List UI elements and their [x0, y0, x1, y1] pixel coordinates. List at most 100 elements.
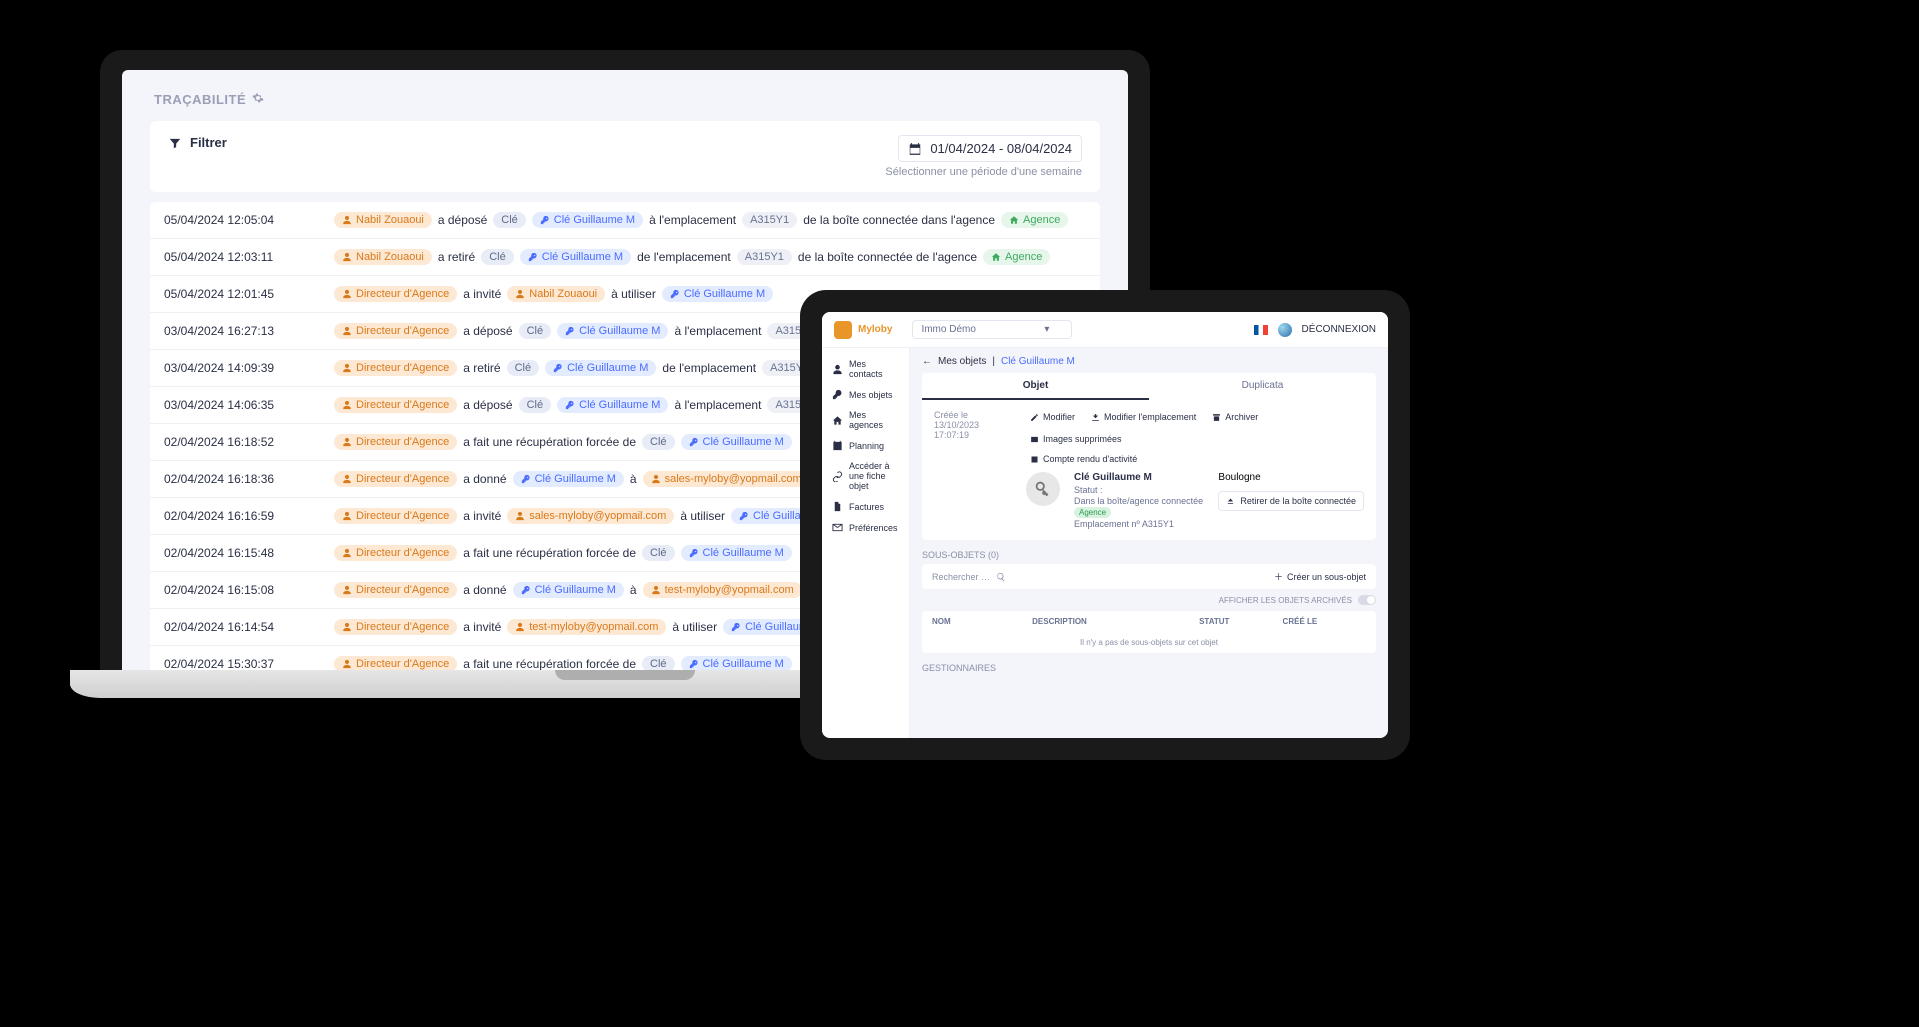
create-sub-object-button[interactable]: ＋ Créer un sous-objet [1274, 570, 1366, 583]
tablet-device: Myloby Immo Démo ▾ DÉCONNEXION Mes conta… [800, 290, 1410, 760]
back-arrow-icon[interactable]: ← [922, 356, 932, 367]
laptop-notch [555, 670, 695, 680]
log-text: à utiliser [611, 287, 656, 301]
log-content: Nabil Zouaouia retiréCléClé Guillaume Md… [334, 249, 1050, 265]
filter-button[interactable]: Filtrer [168, 135, 227, 150]
object-name: Clé Guillaume M [1074, 472, 1203, 483]
sidebar-item-label: Accéder à une fiche objet [849, 461, 899, 491]
log-timestamp: 03/04/2024 16:27:13 [164, 324, 324, 338]
archive-button[interactable]: Archiver [1208, 410, 1262, 424]
log-text: à [630, 583, 637, 597]
log-text: à l'emplacement [674, 398, 761, 412]
log-text: de l'emplacement [637, 250, 731, 264]
log-timestamp: 02/04/2024 16:14:54 [164, 620, 324, 634]
sidebar-item-label: Préférences [849, 523, 898, 533]
activity-report-button[interactable]: Compte rendu d'activité [1026, 452, 1141, 466]
show-archived-toggle-row: AFFICHER LES OBJETS ARCHIVÉS [922, 595, 1376, 605]
edit-button[interactable]: Modifier [1026, 410, 1079, 424]
user-pill: test-myloby@yopmail.com [643, 582, 802, 598]
log-content: Directeur d'Agencea invitétest-myloby@yo… [334, 619, 834, 635]
log-timestamp: 03/04/2024 14:09:39 [164, 361, 324, 375]
sidebar-item[interactable]: Mes objets [822, 384, 909, 405]
log-text: a donné [463, 472, 506, 486]
content-area: ← Mes objets | Clé Guillaume M Objet Dup… [910, 348, 1388, 738]
user-pill: Directeur d'Agence [334, 397, 457, 413]
sidebar-item[interactable]: Préférences [822, 517, 909, 538]
object-info: Clé Guillaume M Statut : Dans la boîte/a… [1074, 472, 1203, 530]
key-pill: Clé Guillaume M [520, 249, 631, 265]
logout-link[interactable]: DÉCONNEXION [1302, 324, 1376, 335]
search-input[interactable]: Rechercher … [932, 572, 1006, 582]
tab-duplicata[interactable]: Duplicata [1149, 373, 1376, 400]
avatar[interactable] [1278, 323, 1292, 337]
user-pill: Directeur d'Agence [334, 471, 457, 487]
sidebar-item-label: Planning [849, 441, 884, 451]
sidebar-item[interactable]: Mes agences [822, 405, 909, 435]
file-icon [832, 501, 843, 512]
key-pill: Clé Guillaume M [532, 212, 643, 228]
log-content: Directeur d'Agencea donnéClé Guillaume M… [334, 582, 802, 598]
move-button[interactable]: Modifier l'emplacement [1087, 410, 1200, 424]
user-pill: Nabil Zouaoui [507, 286, 605, 302]
log-text: à l'emplacement [649, 213, 736, 227]
user-pill: Directeur d'Agence [334, 360, 457, 376]
sidebar-item[interactable]: Accéder à une fiche objet [822, 456, 909, 496]
key-pill: Clé Guillaume M [662, 286, 773, 302]
eject-icon [1226, 497, 1235, 506]
user-pill: Directeur d'Agence [334, 286, 457, 302]
status-line: Dans la boîte/agence connectée [1074, 496, 1203, 506]
archive-icon [1212, 413, 1221, 422]
sidebar-item[interactable]: Mes contacts [822, 354, 909, 384]
log-text: a déposé [438, 213, 487, 227]
user-pill: test-myloby@yopmail.com [507, 619, 666, 635]
log-content: Directeur d'Agencea donnéClé Guillaume M… [334, 471, 810, 487]
breadcrumb-root[interactable]: Mes objets [938, 356, 986, 367]
slot-pill: A315Y1 [742, 212, 797, 228]
show-archived-toggle[interactable] [1358, 595, 1376, 605]
deleted-images-button[interactable]: Images supprimées [1026, 432, 1126, 446]
account-select[interactable]: Immo Démo ▾ [912, 320, 1072, 339]
panel-meta: Créée le 13/10/2023 17:07:19 [934, 410, 1012, 530]
header-right: DÉCONNEXION [1254, 323, 1376, 337]
breadcrumb: ← Mes objets | Clé Guillaume M [922, 356, 1376, 373]
log-timestamp: 02/04/2024 16:18:52 [164, 435, 324, 449]
gear-icon[interactable] [252, 92, 264, 107]
log-row[interactable]: 05/04/2024 12:03:11 Nabil Zouaouia retiré… [150, 239, 1100, 276]
managers-section-label: GESTIONNAIRES [922, 663, 1376, 673]
plus-icon: ＋ [1274, 570, 1283, 583]
brand: Myloby [834, 321, 892, 339]
account-select-value: Immo Démo [921, 324, 975, 335]
sidebar-item[interactable]: Planning [822, 435, 909, 456]
user-pill: Directeur d'Agence [334, 323, 457, 339]
date-range-picker[interactable]: 01/04/2024 - 08/04/2024 [898, 135, 1082, 162]
log-row[interactable]: 05/04/2024 12:05:04Nabil Zouaouia déposé… [150, 202, 1100, 239]
filter-panel: Filtrer 01/04/2024 - 08/04/2024 Sélectio… [150, 121, 1100, 192]
filter-icon [168, 136, 182, 150]
show-archived-label: AFFICHER LES OBJETS ARCHIVÉS [1219, 596, 1352, 605]
user-pill: Directeur d'Agence [334, 434, 457, 450]
log-text: à l'emplacement [674, 324, 761, 338]
log-content: Nabil Zouaouia déposéCléClé Guillaume Mà… [334, 212, 1068, 228]
status-badge: Agence [1074, 507, 1111, 518]
sidebar-item-label: Mes objets [849, 390, 893, 400]
tab-object[interactable]: Objet [922, 373, 1149, 400]
calendar-icon [832, 440, 843, 451]
key-pill: Clé Guillaume M [545, 360, 656, 376]
log-content: Directeur d'Agencea fait une récupératio… [334, 656, 792, 670]
remove-from-box-button[interactable]: Retirer de la boîte connectée [1218, 491, 1364, 511]
log-content: Directeur d'Agence a fait une récupératio… [334, 434, 792, 450]
cle-pill: Clé [507, 360, 540, 376]
flag-fr-icon[interactable] [1254, 325, 1268, 335]
chevron-down-icon: ▾ [1044, 324, 1049, 335]
move-icon [1091, 413, 1100, 422]
cle-pill: Clé [642, 656, 675, 670]
mail-icon [832, 522, 843, 533]
home-icon [832, 415, 843, 426]
sidebar-item[interactable]: Factures [822, 496, 909, 517]
date-range-text: 01/04/2024 - 08/04/2024 [930, 141, 1072, 156]
log-timestamp: 05/04/2024 12:03:11 [164, 250, 324, 264]
log-text: a fait une récupération forcée de [463, 435, 636, 449]
user-pill: Directeur d'Agence [334, 508, 457, 524]
log-timestamp: 05/04/2024 12:01:45 [164, 287, 324, 301]
tablet-body: Mes contacts Mes objets Mes agences Plannin… [822, 348, 1388, 738]
